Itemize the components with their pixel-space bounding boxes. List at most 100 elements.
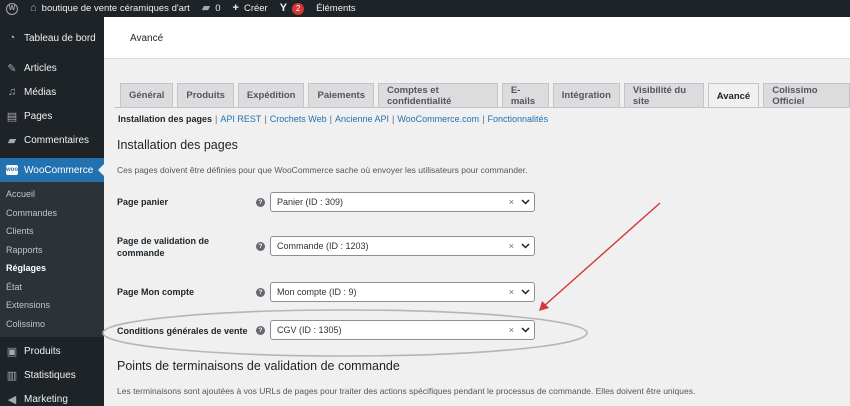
tab-emails[interactable]: E-mails — [501, 83, 549, 107]
tab-payments[interactable]: Paiements — [308, 83, 375, 107]
menu-dashboard[interactable]: ◔ Tableau de bord — [0, 26, 104, 50]
submenu-extensions[interactable]: Extensions — [0, 296, 104, 315]
comments-link[interactable]: ▰ 0 — [196, 0, 227, 17]
select-cart-page[interactable]: Panier (ID : 309) × — [270, 192, 535, 212]
clear-icon[interactable]: × — [509, 241, 514, 251]
site-name-label: boutique de vente céramiques d'art — [41, 3, 190, 14]
subsection-link-legacy-api[interactable]: Ancienne API — [335, 114, 389, 124]
subsection-separator: | — [264, 114, 267, 124]
menu-comments-label: Commentaires — [24, 134, 90, 146]
menu-pages-label: Pages — [24, 110, 53, 122]
site-name-link[interactable]: ⌂ boutique de vente céramiques d'art — [24, 0, 196, 17]
subsection-separator: | — [482, 114, 485, 124]
tab-products[interactable]: Produits — [177, 83, 234, 107]
menu-pages[interactable]: ▤ Pages — [0, 104, 104, 128]
chevron-down-icon — [518, 289, 532, 295]
menu-marketing-label: Marketing — [24, 393, 68, 405]
menu-products[interactable]: ▣ Produits — [0, 339, 104, 363]
tabs-divider — [114, 107, 850, 108]
field-label-terms: Conditions générales de vente — [117, 326, 248, 336]
admin-bar: W ⌂ boutique de vente céramiques d'art ▰… — [0, 0, 850, 17]
page-icon: ▤ — [6, 110, 18, 123]
select-terms-value: CGV (ID : 1305) — [277, 325, 342, 335]
clear-icon[interactable]: × — [509, 197, 514, 207]
help-icon[interactable]: ? — [256, 198, 265, 207]
chevron-down-icon — [518, 327, 532, 333]
chevron-down-icon — [518, 243, 532, 249]
submenu-accueil[interactable]: Accueil — [0, 185, 104, 204]
yoast-link[interactable]: Y 2 — [274, 0, 310, 17]
subsection-current[interactable]: Installation des pages — [118, 114, 212, 124]
plus-icon: + — [232, 2, 239, 14]
subsection-link-features[interactable]: Fonctionnalités — [488, 114, 549, 124]
elements-link[interactable]: Éléments — [310, 0, 362, 17]
section-title-endpoints: Points de terminaisons de validation de … — [117, 359, 400, 373]
submenu-colissimo[interactable]: Colissimo — [0, 315, 104, 334]
comment-icon: ▰ — [7, 134, 17, 147]
section-description-endpoints: Les terminaisons sont ajoutées à vos URL… — [117, 386, 696, 396]
clear-icon[interactable]: × — [509, 287, 514, 297]
elements-label: Éléments — [316, 3, 356, 14]
page-header: Avancé — [104, 17, 850, 59]
settings-tabs: Général Produits Expédition Paiements Co… — [120, 83, 850, 108]
tab-shipping[interactable]: Expédition — [237, 83, 305, 107]
field-label-myaccount: Page Mon compte — [117, 287, 195, 297]
help-icon[interactable]: ? — [256, 326, 265, 335]
new-content-link[interactable]: + Créer — [227, 0, 274, 17]
menu-articles[interactable]: ✎ Articles — [0, 56, 104, 80]
subsection-nav: Installation des pages | API REST | Croc… — [118, 114, 548, 124]
comment-bubble-icon: ▰ — [201, 2, 211, 14]
woocommerce-icon: woo — [6, 165, 18, 175]
megaphone-icon: ◀ — [7, 393, 17, 406]
menu-products-label: Produits — [24, 345, 61, 357]
subsection-link-api-rest[interactable]: API REST — [220, 114, 261, 124]
wordpress-logo-icon: W — [6, 2, 18, 15]
admin-sidebar: ◔ Tableau de bord ✎ Articles ♫ Médias ▤ … — [0, 17, 104, 406]
select-cart-value: Panier (ID : 309) — [277, 197, 344, 207]
clear-icon[interactable]: × — [509, 325, 514, 335]
new-content-label: Créer — [243, 3, 268, 14]
select-myaccount-page[interactable]: Mon compte (ID : 9) × — [270, 282, 535, 302]
field-label-checkout: Page de validation de commande — [117, 236, 210, 258]
tab-site-visibility[interactable]: Visibilité du site — [623, 83, 704, 107]
subsection-link-woocommerce-com[interactable]: WooCommerce.com — [397, 114, 479, 124]
woocommerce-submenu: Accueil Commandes Clients Rapports Régla… — [0, 182, 104, 337]
subsection-link-webhooks[interactable]: Crochets Web — [270, 114, 327, 124]
tab-accounts-privacy[interactable]: Comptes et confidentialité — [378, 83, 498, 107]
select-myaccount-value: Mon compte (ID : 9) — [277, 287, 357, 297]
help-icon[interactable]: ? — [256, 242, 265, 251]
menu-media[interactable]: ♫ Médias — [0, 80, 104, 104]
media-icon: ♫ — [7, 86, 17, 98]
menu-comments[interactable]: ▰ Commentaires — [0, 128, 104, 152]
menu-stats[interactable]: ▥ Statistiques — [0, 363, 104, 387]
menu-stats-label: Statistiques — [24, 369, 76, 381]
select-terms-page[interactable]: CGV (ID : 1305) × — [270, 320, 535, 340]
menu-articles-label: Articles — [24, 62, 57, 74]
wp-logo-button[interactable]: W — [0, 0, 24, 17]
tab-advanced[interactable]: Avancé — [707, 83, 760, 108]
subsection-separator: | — [329, 114, 332, 124]
field-label-cart: Page panier — [117, 197, 169, 207]
tab-colissimo[interactable]: Colissimo Officiel — [763, 83, 850, 107]
subsection-separator: | — [391, 114, 395, 124]
menu-marketing[interactable]: ◀ Marketing — [0, 387, 104, 406]
annotation-arrow-line — [543, 202, 661, 307]
chevron-down-icon — [518, 199, 532, 205]
submenu-clients[interactable]: Clients — [0, 222, 104, 241]
page-title: Avancé — [130, 33, 164, 44]
menu-media-label: Médias — [24, 86, 57, 98]
submenu-reglages[interactable]: Réglages — [0, 259, 104, 278]
submenu-etat[interactable]: État — [0, 278, 104, 297]
submenu-commandes[interactable]: Commandes — [0, 204, 104, 223]
select-checkout-page[interactable]: Commande (ID : 1203) × — [270, 236, 535, 256]
tab-integration[interactable]: Intégration — [552, 83, 620, 107]
menu-woocommerce-label: WooCommerce — [24, 164, 94, 176]
submenu-rapports[interactable]: Rapports — [0, 241, 104, 260]
stats-icon: ▥ — [6, 369, 18, 382]
annotation-arrowhead — [539, 301, 549, 311]
help-icon[interactable]: ? — [256, 288, 265, 297]
comments-count: 0 — [215, 3, 221, 14]
menu-woocommerce[interactable]: woo WooCommerce — [0, 158, 104, 182]
home-icon: ⌂ — [30, 2, 37, 14]
tab-general[interactable]: Général — [120, 83, 174, 107]
